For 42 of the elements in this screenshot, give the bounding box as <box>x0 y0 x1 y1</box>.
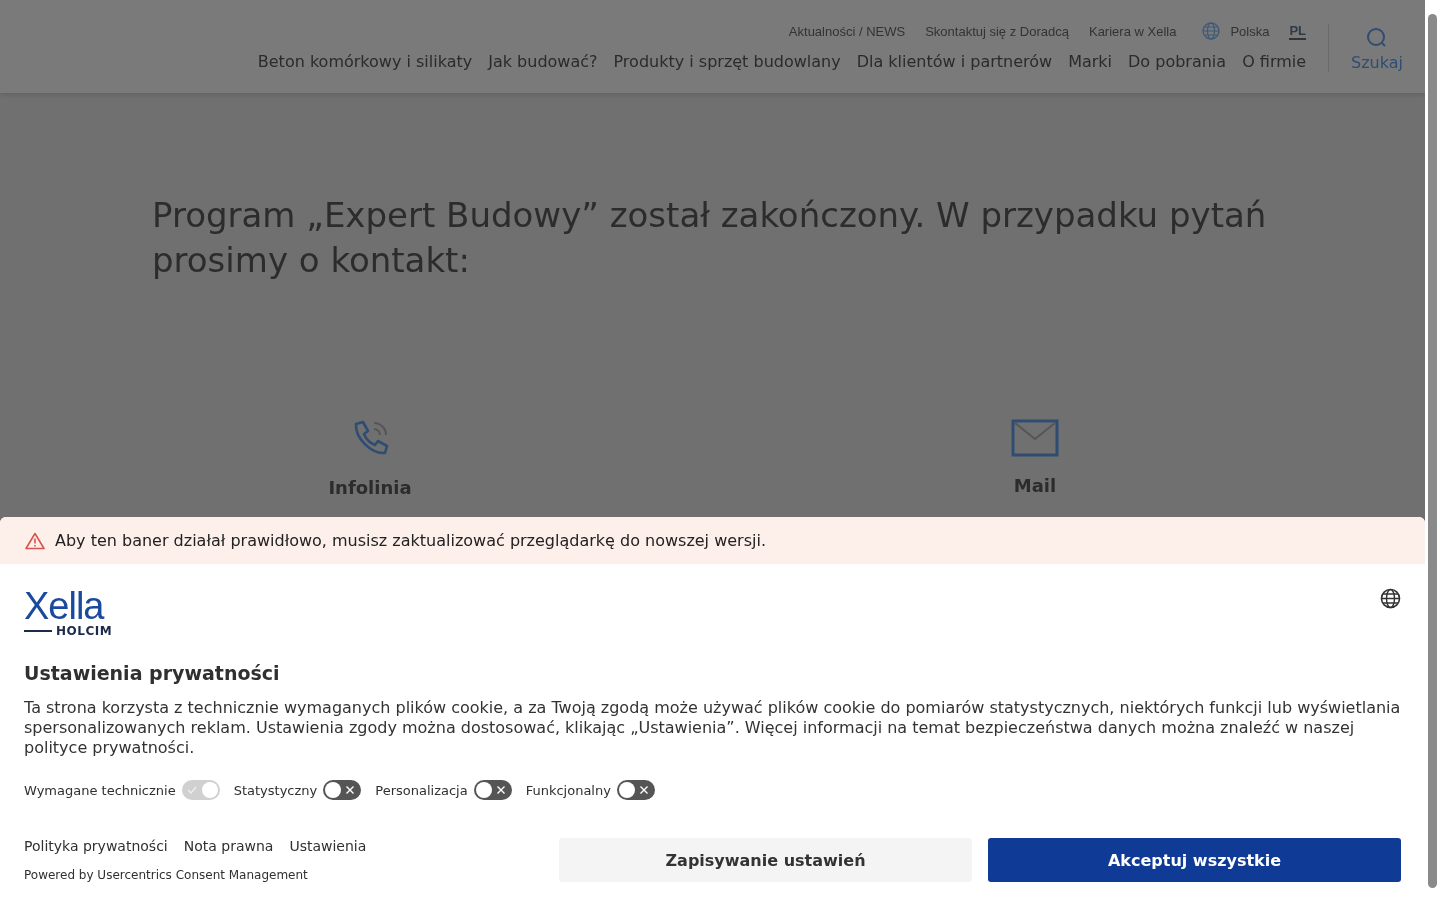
accept-all-button[interactable]: Akceptuj wszystkie <box>988 838 1401 882</box>
close-icon <box>638 785 649 795</box>
top-link[interactable]: Aktualności / NEWS <box>788 23 906 39</box>
nav-link[interactable]: Beton komórkowy i silikaty <box>257 52 473 71</box>
region-link[interactable]: Polska <box>1230 23 1270 39</box>
language-link[interactable]: PL <box>1289 22 1307 40</box>
toggle-switch[interactable] <box>473 780 512 800</box>
nav-link[interactable]: O firmie <box>1242 52 1307 71</box>
banner-title: Ustawienia prywatności <box>24 662 281 684</box>
check-icon <box>186 785 197 795</box>
toggle-switch[interactable] <box>323 780 362 800</box>
close-icon <box>345 785 356 795</box>
envelope-icon <box>1011 419 1059 457</box>
banner-description: Ta strona korzysta z technicznie wymaganych plików cookie, a za Twoją zgodą może używać plików cookie do pomiarów statystycznych, niektórych funkcji lub wyświetlania spersonalizowanych reklam. Ustawienia zgody można dostosować, klikając „Ustawienia”. Więcej informacji na temat bezpieczeństwa danych można znaleźć w naszej polityce prywatności. <box>24 698 1401 758</box>
logo: Xella HOLCIM <box>24 588 114 638</box>
toggle-label: Wymagane technicznie <box>24 782 176 798</box>
nav-link[interactable]: Dla klientów i partnerów <box>856 52 1053 71</box>
footer-link[interactable]: Nota prawna <box>183 838 274 854</box>
footer-link[interactable]: Ustawienia <box>289 838 367 854</box>
toggle-switch[interactable] <box>616 780 655 800</box>
toggle-label: Funkcjonalny <box>525 782 611 798</box>
close-icon <box>495 785 506 795</box>
warning-icon <box>25 531 45 550</box>
top-link[interactable]: Skontaktuj się z Doradcą <box>925 23 1069 39</box>
powered-by-link[interactable]: Powered by Usercentrics Consent Management <box>24 868 367 882</box>
scrollbar[interactable] <box>1425 0 1440 900</box>
nav-link[interactable]: Marki <box>1068 52 1113 71</box>
page-heading: Program „Expert Budowy” został zakończony. W przypadku pytań prosimy o kontakt: <box>152 194 1268 282</box>
language-icon[interactable] <box>1380 588 1401 609</box>
toggle-label: Statystyczny <box>233 782 318 798</box>
save-settings-button[interactable]: Zapisywanie ustawień <box>559 838 972 882</box>
nav-link[interactable]: Do pobrania <box>1128 52 1227 71</box>
top-link[interactable]: Kariera w Xella <box>1088 23 1177 39</box>
globe-icon <box>1202 22 1221 40</box>
warning-text: Aby ten baner działał prawidłowo, musisz zaktualizować przeglądarkę do nowszej wersji. <box>55 531 766 550</box>
contact-title: Infolinia <box>328 477 412 498</box>
toggle-label: Personalizacja <box>375 782 468 798</box>
footer-link[interactable]: Polityka prywatności <box>24 838 168 854</box>
nav-link[interactable]: Jak budować? <box>488 52 598 71</box>
nav-link[interactable]: Produkty i sprzęt budowlany <box>613 52 841 71</box>
search-button[interactable]: Szukaj <box>1351 27 1403 72</box>
contact-title: Mail <box>1013 475 1057 496</box>
